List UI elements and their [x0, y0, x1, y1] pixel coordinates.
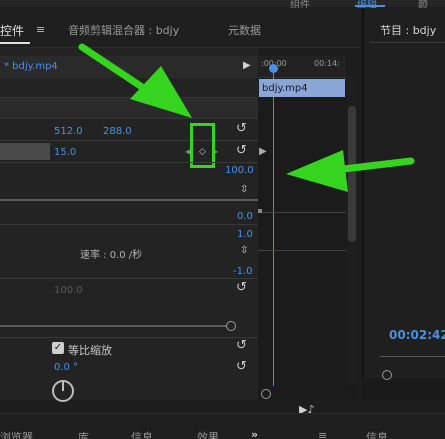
program-monitor-title[interactable]: 节目 : bdjy	[380, 22, 436, 38]
workspace-tab-edit-underline	[355, 5, 385, 7]
graph-curve-line	[258, 212, 346, 213]
program-timecode[interactable]: 00:02:42	[389, 328, 445, 342]
scale-slider-handle[interactable]	[226, 321, 236, 331]
program-bottom-bar	[362, 378, 445, 400]
reset-icon[interactable]: ↺	[236, 143, 247, 158]
expand-arrow-icon[interactable]: ▶	[259, 146, 267, 157]
row-divider	[0, 162, 258, 163]
graph-zero-label: 0.0	[237, 211, 253, 222]
vertical-scrollbar-thumb[interactable]	[348, 106, 356, 242]
graph-toggle-icon[interactable]: ⇳	[240, 184, 248, 195]
position-x-value[interactable]: 512.0	[54, 126, 83, 137]
graph-neg-one-label: -1.0	[233, 266, 253, 277]
scale-width-value: 100.0	[54, 285, 83, 296]
tab-effect-controls-underline	[0, 42, 30, 44]
playhead-line	[273, 70, 274, 386]
graph-one-label: 1.0	[237, 229, 253, 240]
row-divider	[0, 224, 258, 225]
bottom-panel-menu-icon[interactable]: ≡	[318, 429, 327, 439]
velocity-toggle-icon[interactable]: ⇳	[240, 245, 248, 256]
uniform-scale-checkbox[interactable]: ✓	[52, 342, 64, 354]
scale-slider-track[interactable]	[0, 325, 228, 327]
panel-menu-icon[interactable]: ≡	[36, 23, 45, 36]
ruler-timecode-mid: 00:14:	[314, 59, 340, 68]
speed-readout: 速率 : 0.0 /秒	[80, 250, 143, 261]
motion-effect-row[interactable]	[0, 97, 258, 119]
panel-tab-bar	[0, 8, 360, 48]
timeline-bottom-bar	[258, 386, 358, 400]
effect-timeline-panel	[258, 56, 346, 400]
reset-icon[interactable]: ↺	[236, 359, 247, 374]
tab-libraries[interactable]: 库	[78, 429, 89, 439]
reset-icon[interactable]: ↺	[236, 338, 247, 353]
tab-effect-controls[interactable]: 控件	[0, 22, 24, 39]
tab-audio-clip-mixer[interactable]: 音频剪辑混合器 : bdjy	[68, 22, 179, 38]
reset-icon[interactable]: ↺	[236, 280, 247, 295]
graph-baseline	[0, 199, 258, 201]
more-tabs-chevron-icon[interactable]: »	[251, 428, 258, 439]
tab-info[interactable]: 信息	[131, 429, 153, 439]
reset-icon[interactable]: ↺	[236, 121, 247, 136]
rotation-value[interactable]: 0.0 °	[54, 362, 78, 373]
tab-metadata[interactable]: 元数据	[228, 22, 261, 38]
program-title-underline	[370, 42, 445, 43]
play-triangle-icon[interactable]: ▶	[243, 60, 251, 71]
program-ruler[interactable]	[380, 356, 445, 357]
tab-media-browser[interactable]: 浏览器	[0, 429, 33, 439]
program-zoom-handle[interactable]	[382, 370, 392, 380]
horizontal-zoom-handle[interactable]	[261, 389, 271, 399]
velocity-curve-line	[258, 250, 346, 251]
graph-max-label: 100.0	[225, 165, 254, 176]
row-divider	[0, 278, 258, 279]
row-divider	[0, 337, 258, 338]
clip-name-label[interactable]: * bdjy.mp4	[4, 61, 58, 72]
row-divider	[0, 140, 258, 141]
tab-info-right[interactable]: 信息	[366, 429, 388, 439]
scale-property-bar	[0, 143, 50, 160]
row-divider	[0, 118, 258, 119]
uniform-scale-label: 等比缩放	[68, 344, 112, 357]
position-y-value[interactable]: 288.0	[103, 126, 132, 137]
timeline-clip-label: bdjy.mp4	[262, 83, 308, 94]
graph-keyframe-marker[interactable]	[258, 209, 262, 213]
scale-value[interactable]: 15.0	[54, 147, 76, 158]
tab-effects[interactable]: 效果	[197, 429, 219, 439]
rotation-dial-tick	[62, 382, 64, 391]
